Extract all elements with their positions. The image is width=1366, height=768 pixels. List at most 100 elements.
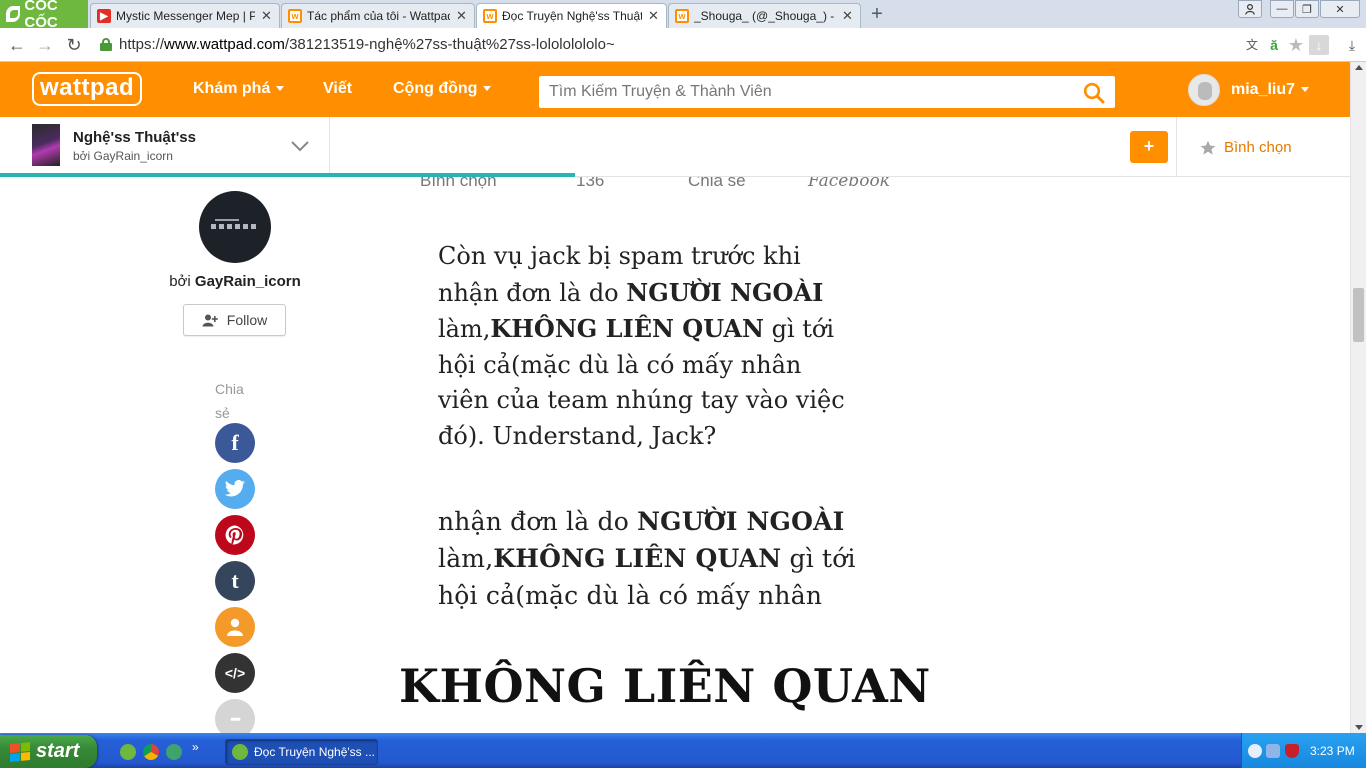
text-line: hội cả(mặc dù là có mấy nhân [438,350,802,379]
search-input[interactable] [539,76,1079,108]
forward-arrow-icon[interactable]: → [34,34,56,56]
meta-vote-count: 136 [576,177,605,190]
text-line: đó). Understand, Jack? [438,421,717,450]
chrome-quicklaunch-icon[interactable] [143,744,159,760]
page-scrollbar[interactable] [1350,62,1366,733]
start-button[interactable]: start [0,735,97,768]
story-paragraph-2: nhận đơn là do NGƯỜI NGOÀI làm,KHÔNG LIÊ… [438,503,856,614]
wattpad-header: wattpad Khám phá Viết Cộng đồng mia_liu7 [0,62,1350,117]
text-span: nhận đơn là do [438,278,627,307]
taskbar-task-browser[interactable]: Đọc Truyện Nghệ'ss ... [225,739,378,765]
close-tab-icon[interactable]: ✕ [456,8,468,24]
chevron-down-icon[interactable] [290,139,310,153]
translate-icon[interactable]: 文 [1242,35,1262,55]
follow-button[interactable]: Follow [183,304,286,336]
story-title[interactable]: Nghệ'ss Thuật'ss [73,129,196,146]
quicklaunch-more-icon[interactable]: » [192,740,199,754]
url-field[interactable]: https://www.wattpad.com/381213519-nghệ%2… [119,36,615,53]
nav-discover-label: Khám phá [193,80,271,97]
nav-community[interactable]: Cộng đồng [393,80,492,98]
coccoc-browser-logo[interactable]: CỐC CỐC [0,0,88,31]
text-line: làm,KHÔNG LIÊN QUAN gì tới [438,540,856,577]
vote-button[interactable]: Bình chọn [1200,139,1292,156]
story-content: bởi GayRain_icorn Follow Chia sẻ f t </>… [0,177,1350,733]
scroll-up-arrow-icon[interactable] [1355,65,1363,70]
restore-icon[interactable]: ❐ [1295,0,1319,18]
coccoc-quicklaunch-icon[interactable] [120,744,136,760]
text-span: gì tới [781,544,856,573]
browser-tab-strip: CỐC CỐC ▶ Mystic Messenger Mep | Paci ✕ … [0,0,1366,31]
text-line: nhận đơn là do NGƯỜI NGOÀI [438,275,845,312]
start-label: start [36,740,80,762]
reload-icon[interactable]: ↻ [63,34,85,56]
close-window-icon[interactable]: ✕ [1320,0,1360,18]
tab-title: Mystic Messenger Mep | Paci [116,9,255,23]
author-avatar[interactable] [199,191,271,263]
story-meta-row: Bình chọn 136 Chia sẻ Facebook [420,177,940,195]
story-big-quote: KHÔNG LIÊN QUAN [399,659,931,713]
wattpad-icon: w [288,9,302,23]
embed-share-button[interactable]: </> [215,653,255,693]
author-byline: bởi GayRain_icorn [120,273,350,290]
wattpad-logo[interactable]: wattpad [32,72,143,106]
more-share-button[interactable]: ••• [215,699,255,733]
download-video-icon[interactable]: ↓ [1309,35,1329,55]
story-cover-image[interactable] [32,124,60,166]
text-bold: NGƯỜI NGOÀI [637,507,845,536]
by-prefix: bởi [169,273,191,290]
browser-tab-2[interactable]: w Tác phẩm của tôi - Wattpad ✕ [281,3,475,28]
text-line: hội cả(mặc dù là có mấy nhân [438,581,823,610]
twitter-share-button[interactable] [215,469,255,509]
code-icon: </> [224,665,246,681]
author-name-link[interactable]: GayRain_icorn [195,273,301,290]
share-label: Chia sẻ [215,381,244,421]
taskbar-clock: 3:23 PM [1310,744,1355,758]
add-to-library-button[interactable]: + [1130,131,1168,163]
text-line: nhận đơn là do NGƯỜI NGOÀI [438,503,856,540]
user-profile-icon[interactable] [1238,0,1262,18]
text-span: làm, [438,544,494,573]
url-host: www.wattpad.com [164,36,285,53]
pinterest-icon [225,525,244,545]
scroll-thumb[interactable] [1353,288,1364,342]
user-share-button[interactable] [215,607,255,647]
security-shield-icon[interactable] [1285,744,1299,758]
back-arrow-icon[interactable]: ← [6,34,28,56]
search-icon[interactable] [1083,82,1105,104]
pinterest-share-button[interactable] [215,515,255,555]
text-bold: KHÔNG LIÊN QUAN [493,544,782,573]
browser-tab-4[interactable]: w _Shouga_ (@_Shouga_) - Wa ✕ [668,3,861,28]
taskbar-task-label: Đọc Truyện Nghệ'ss ... [254,745,376,759]
tray-arrow-icon[interactable] [1248,744,1262,758]
url-scheme: https:// [119,36,165,53]
text-span: làm, [438,315,491,343]
meta-vote-label: Bình chọn [420,177,497,190]
text-line: làm,KHÔNG LIÊN QUAN gì tới [438,311,845,348]
user-avatar[interactable] [1188,74,1220,106]
divider [329,117,330,177]
close-tab-icon[interactable]: ✕ [648,8,660,24]
nav-write[interactable]: Viết [323,80,352,98]
vote-label: Bình chọn [1224,139,1292,156]
close-tab-icon[interactable]: ✕ [842,8,854,24]
close-tab-icon[interactable]: ✕ [261,8,273,24]
downloads-icon[interactable]: ⤓ [1342,35,1362,55]
caret-down-icon [276,86,285,92]
new-tab-button[interactable]: + [866,4,888,25]
user-menu[interactable]: mia_liu7 [1231,81,1310,99]
lock-icon [100,38,112,51]
vietnamese-input-icon[interactable]: ă [1264,35,1284,55]
nav-discover[interactable]: Khám phá [193,80,285,98]
app-quicklaunch-icon[interactable] [166,744,182,760]
minimize-icon[interactable]: — [1270,0,1294,18]
facebook-share-button[interactable]: f [215,423,255,463]
network-icon[interactable] [1266,744,1280,758]
browser-tab-3-active[interactable]: w Đọc Truyện Nghệ'ss Thuật'ss ✕ [476,3,667,28]
story-paragraph-1: Còn vụ jack bị spam trước khi nhận đơn l… [438,239,845,454]
bookmark-star-icon[interactable]: ★ [1286,35,1306,55]
wattpad-icon: w [675,9,689,23]
add-user-icon [202,314,218,326]
browser-tab-1[interactable]: ▶ Mystic Messenger Mep | Paci ✕ [90,3,280,28]
scroll-down-arrow-icon[interactable] [1355,725,1363,730]
tumblr-share-button[interactable]: t [215,561,255,601]
